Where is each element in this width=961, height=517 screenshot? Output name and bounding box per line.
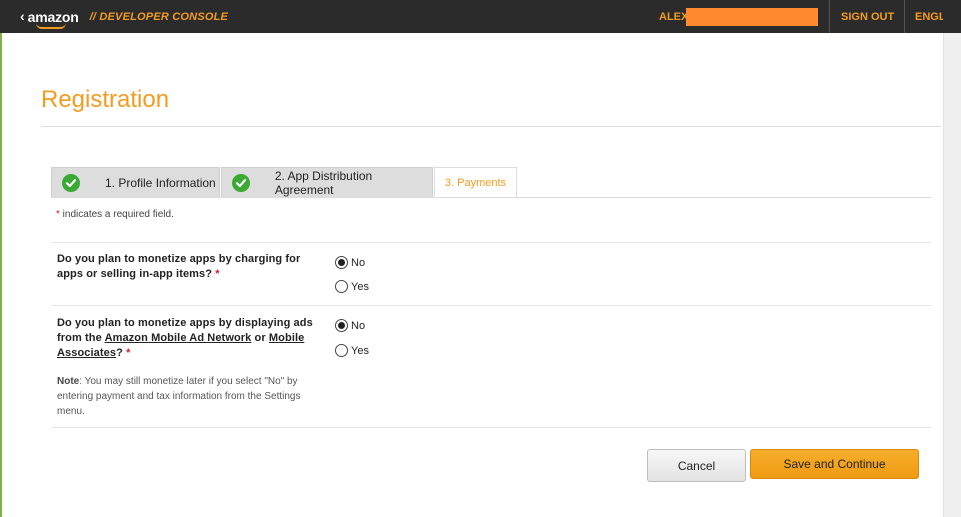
monetize-later-note: Note: You may still monetize later if yo… <box>57 374 327 419</box>
row-divider <box>51 427 931 428</box>
tab-app-distribution-agreement[interactable]: 2. App Distribution Agreement <box>221 167 433 198</box>
tabs-divider <box>51 197 931 198</box>
row-divider <box>51 305 931 306</box>
radio-button[interactable] <box>335 256 348 269</box>
question-text: or <box>251 332 269 344</box>
check-circle-icon <box>62 174 80 192</box>
radio-label: Yes <box>351 280 369 293</box>
title-divider <box>41 126 941 127</box>
tab-label: 2. App Distribution Agreement <box>274 169 373 197</box>
developer-console-title: // DEVELOPER CONSOLE <box>89 10 229 23</box>
radio-button[interactable] <box>335 344 348 357</box>
note-label: Note <box>57 376 80 387</box>
required-star: * <box>126 347 131 359</box>
radio-ads-yes[interactable]: Yes <box>335 344 369 357</box>
question-ads-label: Do you plan to monetize apps by displayi… <box>57 316 327 361</box>
radio-ads-no[interactable]: No <box>335 319 365 332</box>
required-star: * <box>215 268 220 280</box>
radio-charging-no[interactable]: No <box>335 256 365 269</box>
radio-label: Yes <box>351 344 369 357</box>
radio-charging-yes[interactable]: Yes <box>335 280 369 293</box>
tab-label: 3. Payments <box>444 177 507 189</box>
radio-label: No <box>351 256 366 269</box>
nav-divider <box>904 0 905 33</box>
row-divider <box>51 242 931 243</box>
vertical-scrollbar[interactable] <box>943 33 961 517</box>
radio-button[interactable] <box>335 280 348 293</box>
question-text: ? <box>116 347 123 359</box>
tab-label: 1. Profile Information <box>105 176 216 190</box>
required-note-text: indicates a required field. <box>59 209 174 220</box>
registration-steps-tabs: 1. Profile Information 2. App Distributi… <box>51 167 517 198</box>
user-name: ALEX <box>659 10 689 23</box>
radio-button[interactable] <box>335 319 348 332</box>
amazon-smile-icon <box>35 23 66 29</box>
amazon-logo: amazon <box>28 9 79 29</box>
question-charging-label: Do you plan to monetize apps by charging… <box>57 252 317 282</box>
back-chevron-icon: ‹ <box>20 7 25 24</box>
cancel-button[interactable]: Cancel <box>647 449 746 482</box>
amazon-mobile-ad-network-link[interactable]: Amazon Mobile Ad Network <box>105 332 252 344</box>
save-and-continue-button[interactable]: Save and Continue <box>750 449 919 479</box>
redacted-user-name <box>686 7 819 26</box>
amazon-logo-link[interactable]: ‹ amazon <box>20 0 79 33</box>
tab-payments[interactable]: 3. Payments <box>434 167 517 198</box>
page-left-border <box>0 33 2 517</box>
tab-profile-information[interactable]: 1. Profile Information <box>51 167 220 198</box>
page-title: Registration <box>41 86 170 113</box>
language-selector[interactable]: ENGLISH <box>915 0 943 33</box>
question-text: Do you plan to monetize apps by charging… <box>57 253 301 280</box>
nav-divider <box>829 0 830 33</box>
sign-out-link[interactable]: SIGN OUT <box>841 0 894 33</box>
radio-label: No <box>351 319 366 332</box>
note-text: : You may still monetize later if you se… <box>57 376 301 417</box>
top-nav-bar: ‹ amazon // DEVELOPER CONSOLE ALEX SIGN … <box>0 0 961 33</box>
required-field-note: * indicates a required field. <box>56 209 174 220</box>
user-menu[interactable]: ALEX <box>659 0 819 33</box>
check-circle-icon <box>232 174 250 192</box>
